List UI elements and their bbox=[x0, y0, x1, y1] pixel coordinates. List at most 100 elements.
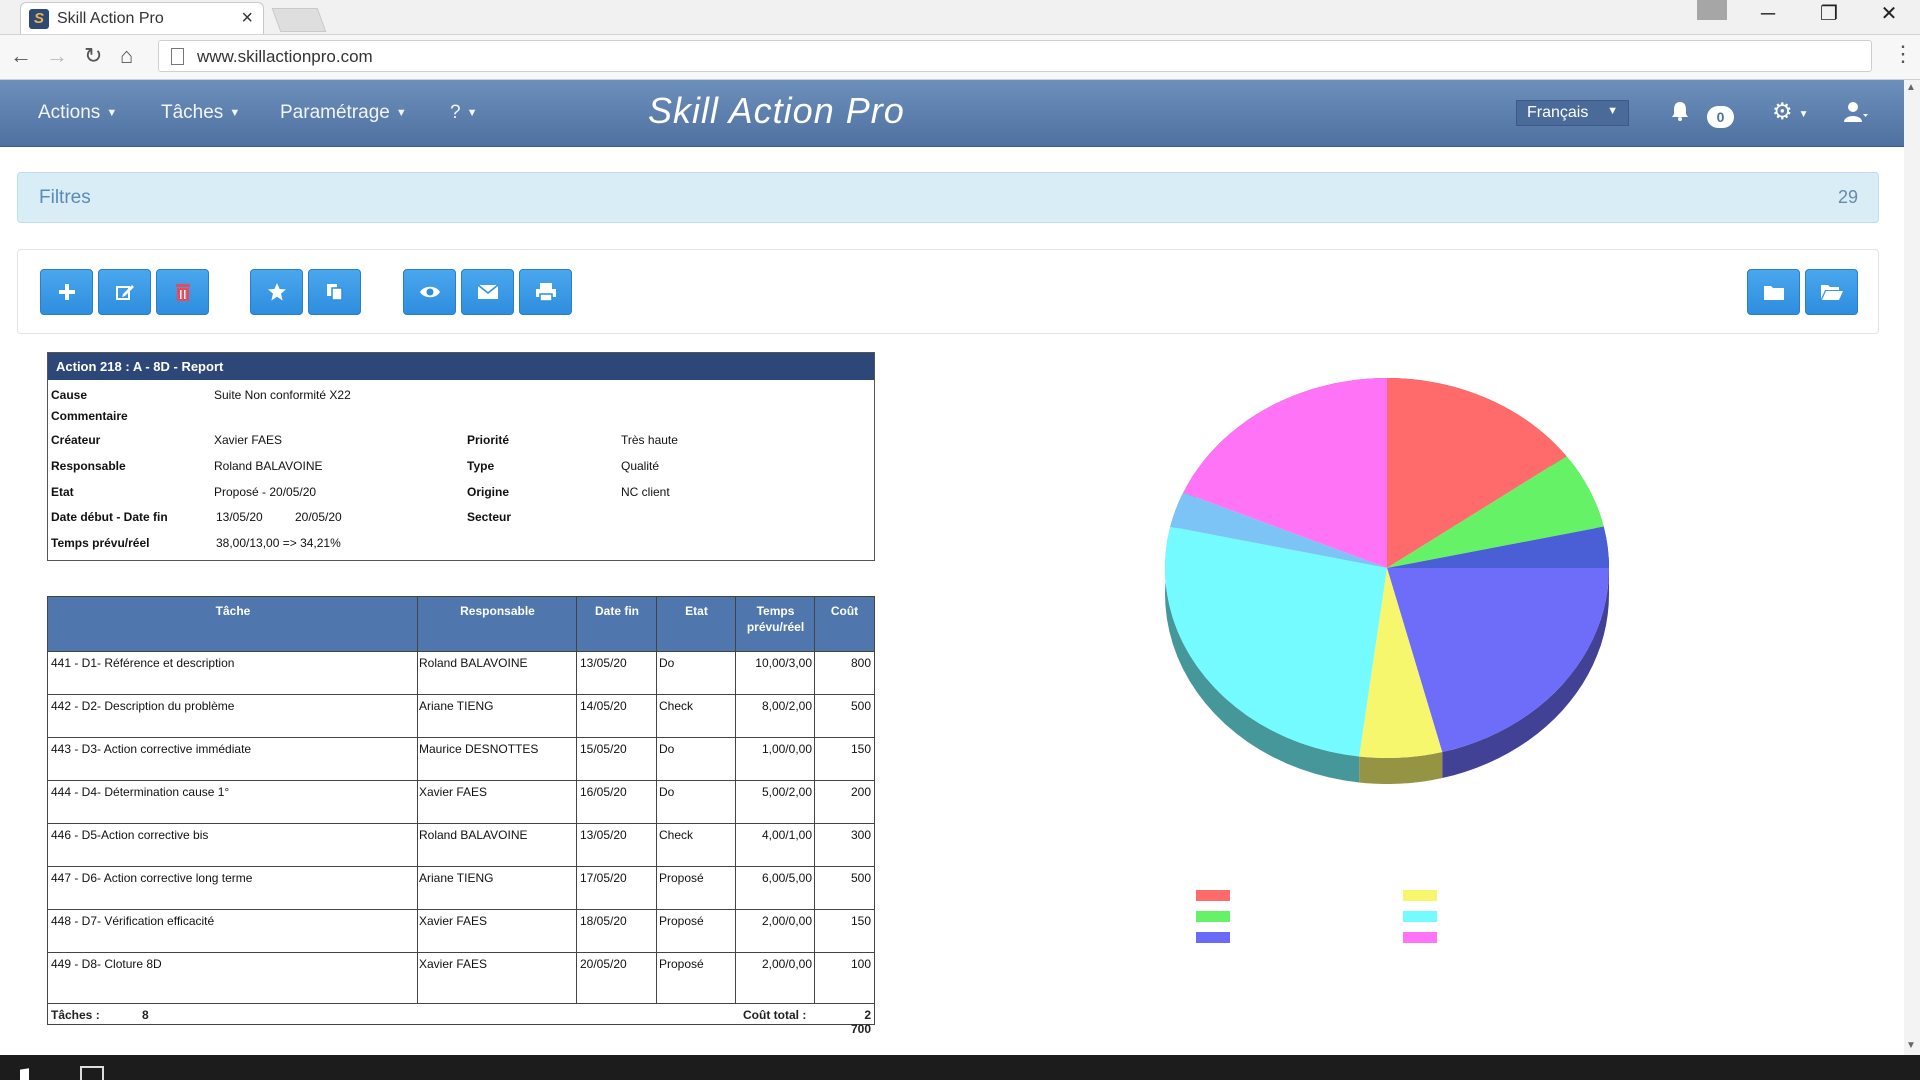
folder-open-icon bbox=[1820, 285, 1843, 300]
col-date-fin: Date fin bbox=[594, 604, 639, 618]
table-row[interactable]: 448 - D7- Vérification efficacité Xavier… bbox=[48, 909, 874, 953]
filters-panel[interactable]: Filtres 29 bbox=[17, 172, 1879, 223]
task-view-icon[interactable] bbox=[80, 1066, 104, 1080]
taches-count-value: 8 bbox=[142, 1008, 149, 1022]
tab-close-icon[interactable]: × bbox=[241, 7, 253, 30]
cell-tache: 441 - D1- Référence et description bbox=[51, 656, 235, 670]
cost-pie-chart bbox=[1164, 378, 1609, 784]
menu-actions-label: Actions bbox=[38, 102, 101, 123]
cell-etat: Proposé bbox=[659, 871, 704, 885]
folder-open-button[interactable] bbox=[1805, 269, 1858, 315]
delete-icon bbox=[175, 284, 190, 301]
add-button[interactable] bbox=[40, 269, 93, 315]
back-icon[interactable]: ← bbox=[10, 43, 32, 69]
user-icon[interactable] bbox=[1844, 100, 1868, 124]
page-scrollbar[interactable] bbox=[1904, 80, 1920, 1055]
report-header: Action 218 : A - 8D - Report bbox=[48, 353, 874, 380]
cause-label: Cause bbox=[51, 388, 88, 402]
envelope-icon bbox=[477, 284, 498, 299]
copy-icon bbox=[326, 284, 343, 301]
col-tache: Tâche bbox=[215, 604, 251, 618]
email-button[interactable] bbox=[461, 269, 514, 315]
cell-tache: 443 - D3- Action corrective immédiate bbox=[51, 742, 252, 756]
cell-tache: 449 - D8- Cloture 8D bbox=[51, 957, 162, 971]
secteur-label: Secteur bbox=[467, 510, 512, 524]
cell-tache: 442 - D2- Description du problème bbox=[51, 699, 235, 713]
col-temps-line2: prévu/réel bbox=[746, 620, 805, 634]
scroll-up-icon[interactable]: ▲ bbox=[1906, 82, 1916, 93]
table-row[interactable]: 446 - D5-Action corrective bis Roland BA… bbox=[48, 823, 874, 867]
language-value: Français bbox=[1527, 104, 1589, 121]
col-temps-line1: Temps bbox=[756, 604, 795, 618]
cell-tache: 448 - D7- Vérification efficacité bbox=[51, 914, 215, 928]
cell-temps: 1,00/0,00 bbox=[761, 742, 812, 756]
browser-tab[interactable]: S Skill Action Pro × bbox=[20, 2, 264, 34]
gear-icon[interactable]: ⚙ ▼ bbox=[1772, 98, 1809, 125]
legend-swatch bbox=[1196, 890, 1230, 901]
createur-value: Xavier FAES bbox=[214, 433, 283, 447]
legend-swatch bbox=[1403, 932, 1437, 943]
legend-swatch bbox=[1196, 932, 1230, 943]
folder-button[interactable] bbox=[1747, 269, 1800, 315]
table-row[interactable]: 443 - D3- Action corrective immédiate Ma… bbox=[48, 737, 874, 781]
cell-cout: 500 bbox=[850, 699, 871, 713]
col-cout: Coût bbox=[830, 604, 859, 618]
table-row[interactable]: 442 - D2- Description du problème Ariane… bbox=[48, 694, 874, 738]
edit-button[interactable] bbox=[98, 269, 151, 315]
menu-help[interactable]: ? ▼ bbox=[450, 102, 477, 124]
table-row[interactable]: 449 - D8- Cloture 8D Xavier FAES 20/05/2… bbox=[48, 952, 874, 996]
date-debut-value: 13/05/20 bbox=[216, 510, 263, 524]
cell-date-fin: 14/05/20 bbox=[580, 699, 627, 713]
cell-temps: 5,00/2,00 bbox=[761, 785, 812, 799]
view-button[interactable] bbox=[403, 269, 456, 315]
forward-icon[interactable]: → bbox=[46, 43, 68, 69]
profile-icon[interactable] bbox=[1697, 0, 1727, 20]
cell-etat: Do bbox=[659, 656, 675, 670]
menu-parametrage[interactable]: Paramétrage ▼ bbox=[280, 102, 407, 124]
cell-temps: 10,00/3,00 bbox=[755, 656, 812, 670]
col-responsable: Responsable bbox=[460, 604, 535, 618]
print-button[interactable] bbox=[519, 269, 572, 315]
address-bar: ← → ↻ ⌂ www.skillactionpro.com ⋮ bbox=[0, 35, 1920, 80]
edit-icon bbox=[115, 285, 134, 300]
cell-etat: Check bbox=[659, 699, 694, 713]
close-window-button[interactable]: ✕ bbox=[1866, 0, 1912, 30]
browser-menu-icon[interactable]: ⋮ bbox=[1892, 41, 1914, 67]
notifications-badge[interactable]: 0 bbox=[1707, 106, 1734, 128]
etat-value: Proposé - 20/05/20 bbox=[214, 485, 317, 499]
windows-start-icon[interactable] bbox=[20, 1068, 29, 1080]
scroll-down-icon[interactable]: ▼ bbox=[1906, 1040, 1916, 1051]
cell-responsable: Ariane TIENG bbox=[419, 871, 494, 885]
table-row[interactable]: 441 - D1- Référence et description Rolan… bbox=[48, 651, 874, 695]
origine-label: Origine bbox=[467, 485, 510, 499]
cell-date-fin: 18/05/20 bbox=[580, 914, 627, 928]
cell-temps: 8,00/2,00 bbox=[761, 699, 812, 713]
app-navbar: Actions ▼ Tâches ▼ Paramétrage ▼ ? ▼ Skill A… bbox=[0, 80, 1904, 147]
cell-date-fin: 20/05/20 bbox=[580, 957, 627, 971]
home-icon[interactable]: ⌂ bbox=[120, 43, 133, 69]
legend-swatch bbox=[1196, 911, 1230, 922]
favorite-button[interactable] bbox=[250, 269, 303, 315]
delete-button[interactable] bbox=[156, 269, 209, 315]
minimize-button[interactable]: ─ bbox=[1745, 0, 1791, 30]
responsable-value: Roland BALAVOINE bbox=[214, 459, 323, 473]
new-tab-button[interactable] bbox=[271, 8, 327, 32]
cell-cout: 500 bbox=[850, 871, 871, 885]
etat-label: Etat bbox=[51, 485, 74, 499]
caret-down-icon: ▼ bbox=[1607, 105, 1618, 117]
folder-icon bbox=[1763, 286, 1784, 300]
restore-button[interactable]: ❐ bbox=[1806, 0, 1852, 30]
table-row[interactable]: 447 - D6- Action corrective long terme A… bbox=[48, 866, 874, 910]
reload-icon[interactable]: ↻ bbox=[84, 43, 102, 69]
tab-title: Skill Action Pro bbox=[57, 10, 164, 27]
menu-taches[interactable]: Tâches ▼ bbox=[161, 102, 240, 124]
menu-actions[interactable]: Actions ▼ bbox=[38, 102, 117, 124]
language-select[interactable]: Français ▼ bbox=[1516, 100, 1629, 126]
cell-tache: 444 - D4- Détermination cause 1° bbox=[51, 785, 230, 799]
copy-button[interactable] bbox=[308, 269, 361, 315]
origine-value: NC client bbox=[621, 485, 670, 499]
table-row[interactable]: 444 - D4- Détermination cause 1° Xavier … bbox=[48, 780, 874, 824]
caret-down-icon: ▼ bbox=[466, 107, 478, 119]
url-input[interactable]: www.skillactionpro.com bbox=[158, 40, 1872, 72]
bell-icon[interactable] bbox=[1670, 100, 1690, 122]
